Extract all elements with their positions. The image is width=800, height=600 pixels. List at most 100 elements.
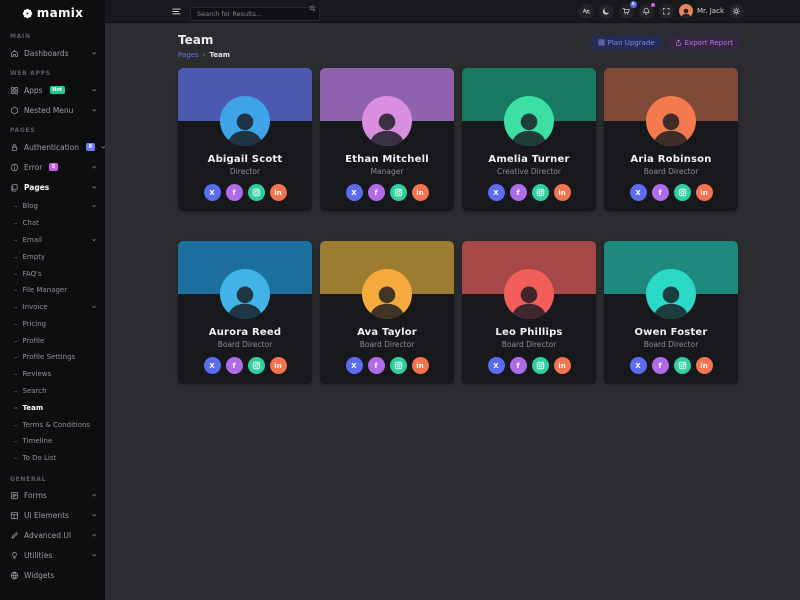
linkedin-social-link[interactable]: in xyxy=(554,357,571,374)
facebook-social-link[interactable]: f xyxy=(652,184,669,201)
sidebar-subitem-to-do-list[interactable]: – To Do List xyxy=(0,450,105,467)
bell-icon[interactable] xyxy=(639,4,654,19)
facebook-social-link[interactable]: f xyxy=(226,184,243,201)
sidebar-item-error[interactable]: Error5 xyxy=(0,157,105,177)
sidebar-subitem-search[interactable]: – Search xyxy=(0,383,105,400)
facebook-social-link[interactable]: f xyxy=(368,184,385,201)
search-input[interactable] xyxy=(190,7,320,21)
sidebar-subitem-pricing[interactable]: – Pricing xyxy=(0,315,105,332)
lock-icon xyxy=(10,143,19,152)
sidebar-subitem-chat[interactable]: – Chat xyxy=(0,215,105,232)
instagram-social-link[interactable] xyxy=(674,357,691,374)
x-social-link[interactable]: X xyxy=(204,184,221,201)
theme-moon-icon[interactable] xyxy=(599,4,614,19)
layout-icon xyxy=(10,511,19,520)
sidebar-item-ui-elements[interactable]: Ui Elements xyxy=(0,506,105,526)
member-photo xyxy=(646,269,696,319)
linkedin-social-link[interactable]: in xyxy=(696,357,713,374)
member-photo xyxy=(362,96,412,146)
instagram-social-link[interactable] xyxy=(674,184,691,201)
chevron-down-icon xyxy=(91,107,98,114)
sidebar-subitem-team[interactable]: – Team xyxy=(0,399,105,416)
instagram-social-link[interactable] xyxy=(532,184,549,201)
sidebar-subitem-file-manager[interactable]: – File Manager xyxy=(0,282,105,299)
language-icon[interactable] xyxy=(579,4,594,19)
breadcrumb-pages-link[interactable]: Pages xyxy=(178,51,199,59)
x-social-link[interactable]: X xyxy=(488,184,505,201)
member-role: Director xyxy=(178,167,312,176)
sidebar-subitem-label: Empty xyxy=(23,253,46,261)
sidebar-item-forms[interactable]: Forms xyxy=(0,486,105,506)
member-social-links: Xf in xyxy=(604,184,738,201)
team-member-card: Abigail Scott Director Xfin xyxy=(178,68,312,211)
user-menu[interactable]: Mr. Jack xyxy=(679,4,724,18)
x-social-link[interactable]: X xyxy=(346,357,363,374)
sidebar-subitem-invoice[interactable]: – Invoice xyxy=(0,299,105,316)
linkedin-social-link[interactable]: in xyxy=(696,184,713,201)
dash-icon: – xyxy=(14,270,18,278)
team-member-card: Ethan Mitchell Manager Xfin xyxy=(320,68,454,211)
sidebar-subitem-empty[interactable]: – Empty xyxy=(0,248,105,265)
linkedin-social-link[interactable]: in xyxy=(412,184,429,201)
export-report-button[interactable]: Export Report xyxy=(668,35,740,50)
sidebar-item-widgets[interactable]: Widgets xyxy=(0,566,105,586)
x-social-link[interactable]: X xyxy=(488,357,505,374)
badge: Hot xyxy=(50,86,65,94)
sidebar-subitem-faq-s[interactable]: – FAQ's xyxy=(0,265,105,282)
sidebar-item-apps[interactable]: Apps Hot xyxy=(0,80,105,100)
plan-upgrade-button[interactable]: Plan Upgrade xyxy=(591,35,662,50)
sidebar-subitem-label: File Manager xyxy=(23,286,68,294)
sidebar-subitem-profile-settings[interactable]: – Profile Settings xyxy=(0,349,105,366)
x-social-link[interactable]: X xyxy=(630,357,647,374)
sidebar-item-authentication[interactable]: Authentication8 xyxy=(0,137,105,157)
search-icon[interactable] xyxy=(309,5,316,12)
gear-icon[interactable] xyxy=(729,4,744,19)
instagram-social-link[interactable] xyxy=(248,184,265,201)
linkedin-social-link[interactable]: in xyxy=(554,184,571,201)
linkedin-social-link[interactable]: in xyxy=(412,357,429,374)
facebook-social-link[interactable]: f xyxy=(368,357,385,374)
breadcrumb-separator: › xyxy=(203,51,206,59)
app-logo[interactable]: mamix xyxy=(0,0,105,26)
facebook-social-link[interactable]: f xyxy=(510,357,527,374)
hamburger-menu-icon[interactable] xyxy=(171,6,182,17)
facebook-social-link[interactable]: f xyxy=(652,357,669,374)
plan-upgrade-label: Plan Upgrade xyxy=(608,39,655,47)
cart-icon[interactable]: 5 xyxy=(619,4,634,19)
sidebar-item-nested-menu[interactable]: Nested Menu xyxy=(0,100,105,120)
team-member-card: Aurora Reed Board Director Xfin xyxy=(178,241,312,384)
instagram-social-link[interactable] xyxy=(532,357,549,374)
sidebar-subitem-terms-conditions[interactable]: – Terms & Conditions xyxy=(0,416,105,433)
linkedin-social-link[interactable]: in xyxy=(270,184,287,201)
sidebar-subitem-label: Search xyxy=(23,387,47,395)
instagram-social-link[interactable] xyxy=(248,357,265,374)
export-icon xyxy=(675,39,682,46)
sidebar-item-label: Advanced UI xyxy=(24,531,71,540)
sidebar-item-advanced-ui[interactable]: Advanced UI xyxy=(0,526,105,546)
grid-icon xyxy=(10,86,19,95)
linkedin-social-link[interactable]: in xyxy=(270,357,287,374)
sidebar-item-dashboards[interactable]: Dashboards xyxy=(0,43,105,63)
sidebar-item-utilities[interactable]: Utilities xyxy=(0,546,105,566)
sidebar-subitem-timeline[interactable]: – Timeline xyxy=(0,433,105,450)
main-content: Team Pages › Team Plan Upgrade xyxy=(105,23,800,600)
x-social-link[interactable]: X xyxy=(346,184,363,201)
instagram-social-link[interactable] xyxy=(390,184,407,201)
facebook-social-link[interactable]: f xyxy=(510,184,527,201)
sidebar-subitem-label: Blog xyxy=(23,202,38,210)
instagram-social-link[interactable] xyxy=(390,357,407,374)
x-social-link[interactable]: X xyxy=(204,357,221,374)
chevron-down-icon xyxy=(91,532,98,539)
sidebar-subitem-blog[interactable]: – Blog xyxy=(0,198,105,215)
sidebar-item-pages[interactable]: Pages xyxy=(0,177,105,197)
sidebar-item-label: Apps xyxy=(24,86,43,95)
member-photo xyxy=(504,96,554,146)
chevron-down-icon xyxy=(91,512,98,519)
facebook-social-link[interactable]: f xyxy=(226,357,243,374)
sidebar-item-label: Ui Elements xyxy=(24,511,69,520)
sidebar-subitem-reviews[interactable]: – Reviews xyxy=(0,366,105,383)
sidebar-subitem-email[interactable]: – Email xyxy=(0,232,105,249)
fullscreen-icon[interactable] xyxy=(659,4,674,19)
sidebar-subitem-profile[interactable]: – Profile xyxy=(0,332,105,349)
x-social-link[interactable]: X xyxy=(630,184,647,201)
